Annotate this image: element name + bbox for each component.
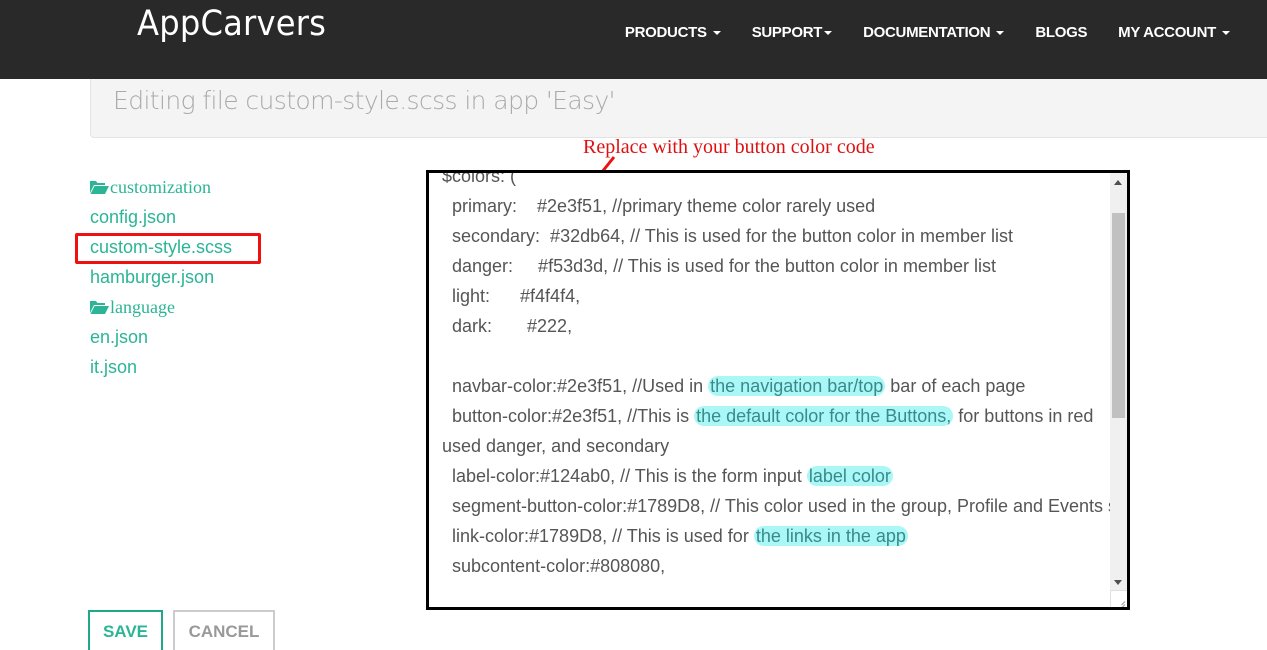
code-text: button-color:#2e3f51, //This is [442,406,695,426]
caret-down-icon [824,30,833,35]
code-line: link-color:#1789D8, // This is used for … [442,521,1102,551]
nav-documentation[interactable]: DOCUMENTATION [863,24,1005,41]
nav-support[interactable]: SUPPORT [751,24,833,41]
nav-my-account-label: MY ACCOUNT [1118,24,1216,41]
code-text: link-color:#1789D8, // This is used for [442,526,754,546]
code-line: $colors: ( [442,170,517,186]
file-hamburger-json[interactable]: hamburger.json [90,262,232,292]
scrollbar-thumb[interactable] [1112,213,1125,418]
file-it-json[interactable]: it.json [90,352,232,382]
file-custom-style-scss[interactable]: custom-style.scss [90,232,232,262]
code-editor-textarea[interactable]: $colors: ( primary: #2e3f51, //primary t… [426,170,1130,610]
code-line: danger: #f53d3d, // This is used for the… [442,256,996,276]
code-line: light: #f4f4f4, [442,286,581,306]
code-line: subcontent-color:#808080, [442,556,666,576]
resize-grip-icon[interactable] [1110,590,1127,607]
file-tree: customization config.json custom-style.s… [90,172,232,382]
code-line: secondary: #32db64, // This is used for … [442,226,1013,246]
annotation-label: Replace with your button color code [583,136,875,158]
folder-label: customization [110,177,211,197]
code-text: segment-button-color:#1789D8, // This co… [442,496,1130,516]
nav-blogs[interactable]: BLOGS [1035,24,1087,41]
editor-scrollbar[interactable] [1110,173,1127,607]
nav-blogs-label: BLOGS [1035,24,1088,41]
code-line: navbar-color:#2e3f51, //Used in the navi… [442,371,1102,401]
scroll-down-arrow-icon[interactable] [1114,580,1122,585]
marker-highlight: the links in the app [753,526,908,546]
brand-logo[interactable]: AppCarvers [137,4,326,44]
top-navbar: AppCarvers PRODUCTS SUPPORT DOCUMENTATIO… [0,0,1267,79]
folder-open-icon [90,300,109,314]
nav-my-account[interactable]: MY ACCOUNT [1118,24,1230,41]
marker-highlight: the navigation bar/top [708,376,886,396]
caret-down-icon [712,30,721,35]
cancel-button[interactable]: CANCEL [173,610,275,650]
code-line: label-color:#124ab0, // This is the form… [442,461,1102,491]
page-title: Editing file custom-style.scss in app 'E… [113,86,616,115]
folder-label: language [110,297,175,317]
nav-support-label: SUPPORT [751,24,823,41]
save-button[interactable]: SAVE [88,610,163,650]
code-text: label-color:#124ab0, // This is the form… [442,466,807,486]
nav-products-label: PRODUCTS [624,24,707,41]
caret-down-icon [996,30,1005,35]
page-header-well: Editing file custom-style.scss in app 'E… [90,79,1267,138]
scroll-up-arrow-icon[interactable] [1114,180,1122,185]
folder-language[interactable]: language [90,292,232,322]
marker-highlight: label color [806,466,893,486]
code-line: segment-button-color:#1789D8, // This co… [442,491,1127,521]
file-en-json[interactable]: en.json [90,322,232,352]
code-line: button-color:#2e3f51, //This is the defa… [442,401,1102,461]
code-text: navbar-color:#2e3f51, //Used in [442,376,709,396]
folder-open-icon [90,180,109,194]
file-config-json[interactable]: config.json [90,202,232,232]
nav-documentation-label: DOCUMENTATION [863,24,991,41]
editor-content: $colors: ( primary: #2e3f51, //primary t… [442,170,1127,581]
nav-products[interactable]: PRODUCTS [625,24,721,41]
caret-down-icon [1222,30,1230,35]
folder-customization[interactable]: customization [90,172,232,202]
code-text: bar of each page [885,376,1026,396]
nav-menu: PRODUCTS SUPPORT DOCUMENTATION BLOGS MY … [594,24,1230,41]
marker-highlight: the default color for the Buttons, [694,406,954,426]
code-line: primary: #2e3f51, //primary theme color … [442,196,876,216]
code-line: dark: #222, [442,316,573,336]
